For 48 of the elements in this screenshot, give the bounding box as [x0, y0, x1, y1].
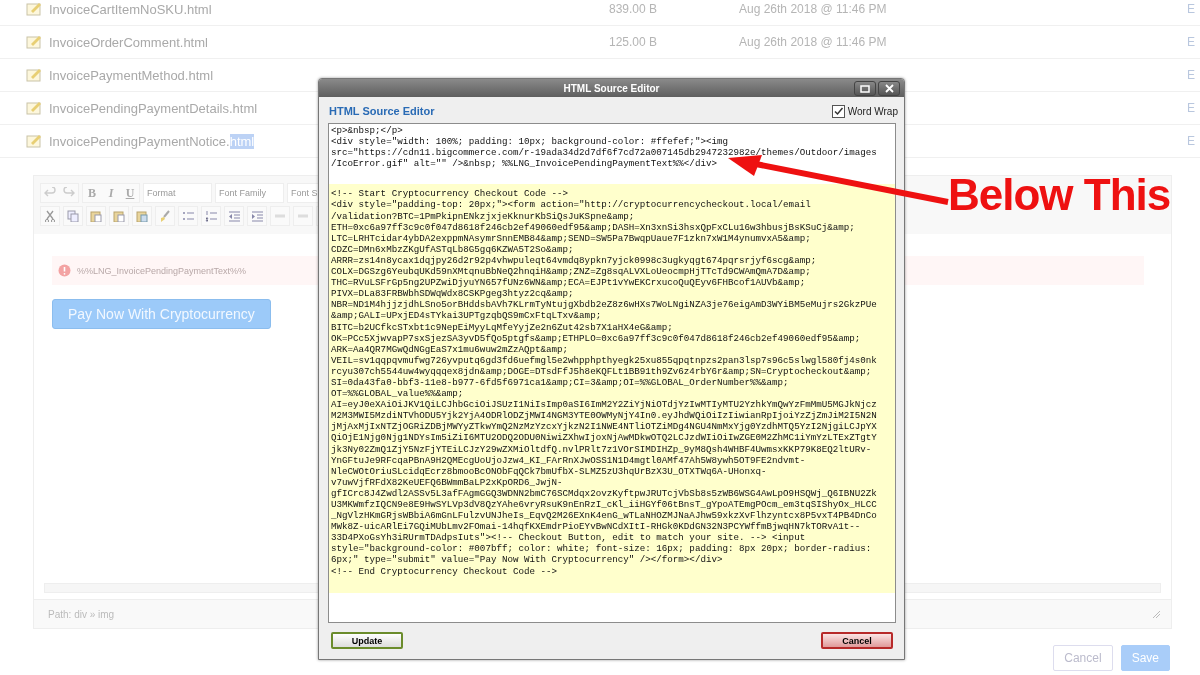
- code-line: M2M3MWI5MzdiNTVhODU5Yjk2YjA4ODRlODZjMWI4NGM3YTE0OWMyNjY4In0.eyJhdWQiOiIzIiwianRpIjoiYzZjZmJiM2I5N2N: [331, 410, 878, 422]
- code-line: OT=%%GLOBAL_value%%&amp;: [331, 388, 465, 400]
- code-line: MWk8Z-uicARlEi7GQiMUbLmv2FOmai-14hqfKXEmdrPioEYvBwNCdXItI-RHGk0KDdGN32N3PCYWffmBjwqHN7kTORvA1t--: [331, 521, 862, 533]
- code-line: 6px;" type="submit" value="Pay Now With Cryptocurrency" /></form></div>: [331, 554, 724, 566]
- element-path: Path: div » img: [48, 608, 115, 620]
- code-line: NBR=ND1M4hjjzjdhLSno5orBHddsbAVh7KLrmTyNtujgXbdb2eZ8z6wHXs7WoLNgiNZA3je76eigAmD3WYiBM5eMujrs2GkzPUe: [331, 299, 878, 311]
- code-line: 33D4PXoGsYh3iRUrmTDAdpsIuts"><!-- Checkout Button, edit to match your site. --> <input: [331, 532, 807, 544]
- code-line: &amp;GALI=UPxjED4sTYkai3UPTgzqbQS9mCxFtqLTxv&amp;: [331, 310, 603, 322]
- code-line: /IcoError.gif" alt="" />&nbsp; %%LNG_InvoicePendingPaymentText%%</div>: [331, 158, 718, 170]
- code-line: SI=0da43fa0-bbf3-11e8-b977-6fd5f6971ca1&amp;CI=3&amp;OI=%%GLOBAL_OrderNumber%%&amp;: [331, 376, 790, 389]
- code-line: v7uwVjfRFdX82KeUEFQ6BWmmBaLP2xKpORD6_JwjN-: [331, 476, 564, 488]
- code-line: <!-- End Cryptocurrency Checkout Code -->: [331, 565, 559, 577]
- code-line: ETH=0xc6a97ff3c9c0f047d8618f246cb2ef49060edf95&amp;DASH=Xn3xnSi3hsxQpFxCLu16w3hbusjBsKSuCj&amp;: [331, 221, 856, 233]
- code-line: CDZC=DMn6xMbzZKgUfASTqLb8G5gq6KZWA5T2So&amp;: [331, 243, 575, 255]
- annotation-text: Below This: [948, 170, 1171, 220]
- code-line: THC=RVuLSFrGp5ng2UPZwiDjyuYN657fUNz6WN&amp;ECA=EJPt1vYwEKCrxucoQuQEyv6FHBcof1AUVb&amp;: [331, 277, 807, 289]
- code-line: _NgVlzHKmGRjsWBbiA6mGnLFulzvUNJheIs_EqvQ2M26EXnK4enG_wTLaNHOZMJNaAJhw59xkzXvFlhzyntcx8P5vxT4PB4DnCo: [331, 510, 878, 522]
- file-size: 125.00 B: [609, 35, 659, 49]
- code-line: ARRR=zs14n8ycax1dqjpy26d2r92p4vhwpuleqt64vmdq8ypkn7yjck0998c3ugkyqgt674pqrsrjyf6scg&amp;: [331, 254, 818, 267]
- editor-heading: HTML Source Editor: [329, 105, 435, 117]
- code-line: /validation?BTC=1PmPkipnENkzjxjeKknurKbSiQsJuKSpne&amp;: [331, 210, 636, 222]
- code-line: OK=PCc5XjwvapP7sxSjezSA3yvD5fQo5ptgfs&amp;ETHPLO=0xc6a97ff3c9c0f047d8618f246cb2ef49060edf95&amp;: [331, 332, 862, 344]
- code-line: <div style="width: 100%; padding: 10px; background-color: #ffefef;"><img: [331, 136, 729, 148]
- code-line: jMjAxMjIxNTZjOGRiZDBjMWYyZTkwYmQ2NzMzYzcxYjkzN2I1NWE4NTliOTZiMDg4NGU4NmMxYjg0YzdhMTQ5YzI2NjgiLCJpYX: [331, 421, 878, 433]
- code-line: style="background-color: #007bff; color: white; font-size: 16px; padding: 8px 20px; border-radius:: [331, 543, 873, 555]
- file-size: 839.00 B: [609, 2, 659, 16]
- code-line: NleCWOtOriuSLcidqEcrz8bmooBcONObFqQCk7bmUfbX-SLMZ5zU3hqUrBzX3U_OTXTWq6A-UHonxq-: [331, 465, 768, 477]
- code-line: gfICrc8J4Zwdl2ASSv5L3afFAgmGGQ3WDNN2bmC76SCMdqx2ovzKyftpwJRUTcjVbSb8s5zWB6WSG4AwLpO9HSQWj_Q6IBNU2Zk: [331, 487, 878, 499]
- code-line: YnGFtuJe9RFcqaPBnA9H2QMEcgUoUjoJzw4_KI_FArRnXJwOSS1N1D4mgtl0AMf47Ah5W8ywh5OT9FE2ndvmt-: [331, 454, 807, 466]
- code-line: jk3Ny02ZmQ1ZjY5NzFjYTEiLCJzY29wZXMiOltdfQ.nvlPRlt7z1VOrSIMDIHZp_9yM8Qsh4WHBF4UwmsxKKP79K8EQ2ltURv-: [331, 443, 873, 455]
- code-line: COLX=DGSzg6YeubqUKd59nXMtqnuBbNeQ2hnqiH&amp;ZNZ=Zg8sqALVXLoUeocmpHjTTcTd9CWAmQmA7D&amp;: [331, 266, 812, 278]
- code-line: BITC=b2UCfkcSTxbt1c9NepEiMyyLqMfeYyjZe2n6Zut42sb7X1aHX4eG&amp;: [331, 321, 674, 333]
- file-date: Aug 26th 2018 @ 11:46 PM: [739, 35, 888, 49]
- code-line: ARK=Aa4QR7MGwQdNGgEaS7x1mu6wuw2mZzAQpt&amp;: [331, 343, 570, 355]
- message-text: %%LNG_InvoicePendingPaymentText%%: [77, 265, 247, 276]
- code-line: PIVX=DLa83FRBWbhSDWqWdx8CSKPgeg3htyz2cq&amp;: [331, 288, 575, 300]
- code-line: U3MKWmfzIQCN9e8E9HwSYLVp3dV8QzYAhe6vryRsuK9nEnRzI_cKl_iiHGYf06tBnsT_gYpoATEmgPOcm_em3tqSIShyOx_HLCC: [331, 499, 878, 511]
- code-line: LTC=LRHTcidar4ybDA2exppmNAsymrSnnEMB84&amp;SEND=SW5Pa7BwqpUaue7F1zkn7xW1M4ynumvxA5&amp;: [331, 232, 812, 244]
- code-line: VEIL=sv1qqpqvmufwg726yvputq6gd3fd6uefmgl5e2whpphpthyegk25xu855qpqtnpzs2pan3lsp7s96c5slwgl580fj4s0nk: [331, 354, 878, 366]
- code-line: QiOjE1Njg0Njg1NDYsIm5iZiI6MTU2ODQ2ODU0NiwiZXhwIjoxNjAwMDkwOTQ2LCJzdWIiOiIwZGE0M2ZhMC1iYmYzLTExZTgtY: [331, 432, 878, 444]
- code-line: <div style="padding-top: 20px;"><form action="http://cryptocurrencycheckout.local/email: [331, 199, 812, 211]
- window-title: HTML Source Editor: [563, 82, 660, 94]
- code-line: AI=eyJ0eXAiOiJKV1QiLCJhbGciOiJSUzI1NiIsImp0aSI6ImM2Y2ZiYjNiOTdjYzIwMTIyMTU2YzhkYmQwYzFmMmU5MGJkNjcz: [331, 399, 878, 411]
- code-line: src="https://cdn11.bigcommerce.com/r-19ada34d2d7df6f7cd72a007145db2947232982e/themes/Outdoor/images: [331, 147, 878, 159]
- code-line: rcyu307ch5544uw4wyqqqex8jdn&amp;DOGE=DTsdFfJ5h8eKQFLt1BB91th9Zv6z4rbY6r&amp;SN=Cryptocheckout&amp;: [331, 365, 873, 377]
- code-line: <!-- Start Cryptocurrency Checkout Code -->: [331, 188, 570, 200]
- file-date: Aug 26th 2018 @ 11:46 PM: [739, 2, 888, 16]
- code-line: <p>&nbsp;</p>: [331, 125, 404, 137]
